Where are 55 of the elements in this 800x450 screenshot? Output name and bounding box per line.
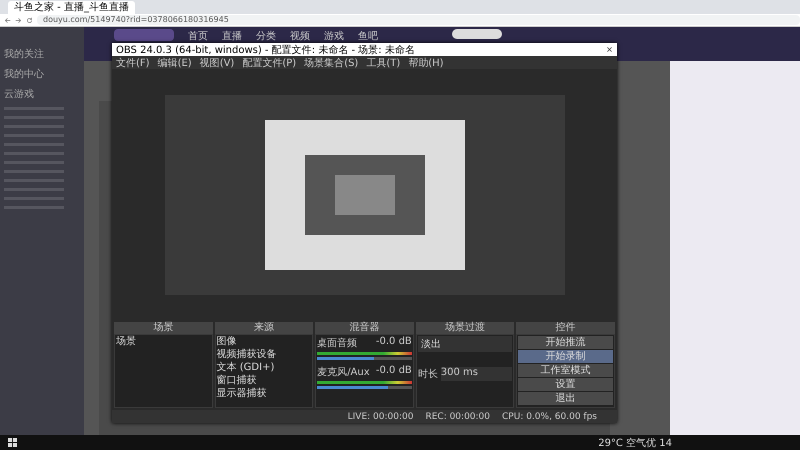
channel-name: 麦克风/Aux — [317, 366, 370, 379]
channel-name: 桌面音频 — [317, 336, 358, 350]
channel-reading: -0.0 dB — [376, 365, 412, 378]
menu-item[interactable]: 帮助(H) — [408, 56, 444, 70]
control-button[interactable]: 开始推流 — [518, 336, 613, 349]
volume-slider[interactable] — [317, 386, 388, 389]
channel-reading: -0.0 dB — [376, 336, 412, 349]
sidebar-item[interactable]: 云游戏 — [4, 87, 80, 101]
nav-link[interactable]: 首页 — [188, 29, 208, 43]
menu-item[interactable]: 编辑(E) — [158, 56, 192, 70]
dock-title: 场景过渡 — [416, 322, 514, 334]
sidebar-item[interactable]: 我的中心 — [4, 67, 80, 81]
dock-title: 混音器 — [315, 322, 414, 334]
menu-item[interactable]: 场景集合(S) — [304, 56, 358, 70]
window-title: OBS 24.0.3 (64-bit, windows) - 配置文件: 未命名 - 场景: 未命名 — [116, 44, 415, 56]
sidebar-item[interactable]: 我的关注 — [4, 47, 80, 61]
menu-item[interactable]: 工具(T) — [366, 56, 400, 70]
status-text: REC: 00:00:00 — [425, 412, 490, 422]
control-button[interactable]: 工作室模式 — [518, 364, 613, 377]
logo-drawing — [114, 29, 174, 41]
control-button[interactable]: 退出 — [518, 392, 613, 405]
nav-link[interactable]: 直播 — [222, 29, 242, 43]
dock-title: 来源 — [214, 322, 314, 334]
control-button[interactable]: 开始录制 — [518, 350, 613, 363]
dock-title: 控件 — [516, 322, 615, 334]
nav-link[interactable]: 视频 — [290, 29, 310, 43]
duration-label: 时长 — [418, 368, 438, 381]
control-button[interactable]: 设置 — [518, 378, 613, 391]
source-item[interactable]: 文本 (GDI+) — [216, 362, 312, 374]
close-icon[interactable] — [606, 46, 613, 53]
back-icon[interactable] — [4, 16, 11, 24]
status-text: LIVE: 00:00:00 — [348, 412, 414, 422]
weather-text: 29°C 空气优 14 — [598, 436, 672, 450]
source-item[interactable]: 图像 — [216, 336, 312, 348]
menu-item[interactable]: 视图(V) — [200, 56, 234, 70]
source-item[interactable]: 视频捕获设备 — [216, 349, 312, 361]
address-field[interactable]: douyu.com/5149740?rid=0378066180316945 — [37, 15, 800, 25]
source-item[interactable]: 窗口捕获 — [216, 375, 312, 387]
dock-title: 场景 — [114, 322, 213, 334]
volume-slider[interactable] — [317, 357, 374, 360]
nav-link[interactable]: 分类 — [256, 29, 276, 43]
scene-item[interactable]: 场景 — [116, 336, 211, 348]
menu-item[interactable]: 文件(F) — [116, 56, 150, 70]
transition-select[interactable]: 淡出 — [418, 336, 512, 352]
source-item[interactable]: 显示器捕获 — [216, 388, 312, 400]
status-text: CPU: 0.0%, 60.00 fps — [502, 412, 597, 422]
duration-field[interactable]: 300 ms — [440, 367, 512, 381]
browser-tab[interactable]: 斗鱼之家 - 直播_斗鱼直播 — [8, 1, 135, 14]
nav-link[interactable]: 游戏 — [324, 29, 344, 43]
reload-icon[interactable] — [26, 16, 33, 24]
menu-item[interactable]: 配置文件(P) — [242, 56, 296, 70]
windows-icon[interactable] — [8, 438, 17, 447]
search-field[interactable] — [452, 29, 502, 39]
nav-link[interactable]: 鱼吧 — [358, 29, 378, 43]
forward-icon[interactable] — [15, 16, 22, 24]
